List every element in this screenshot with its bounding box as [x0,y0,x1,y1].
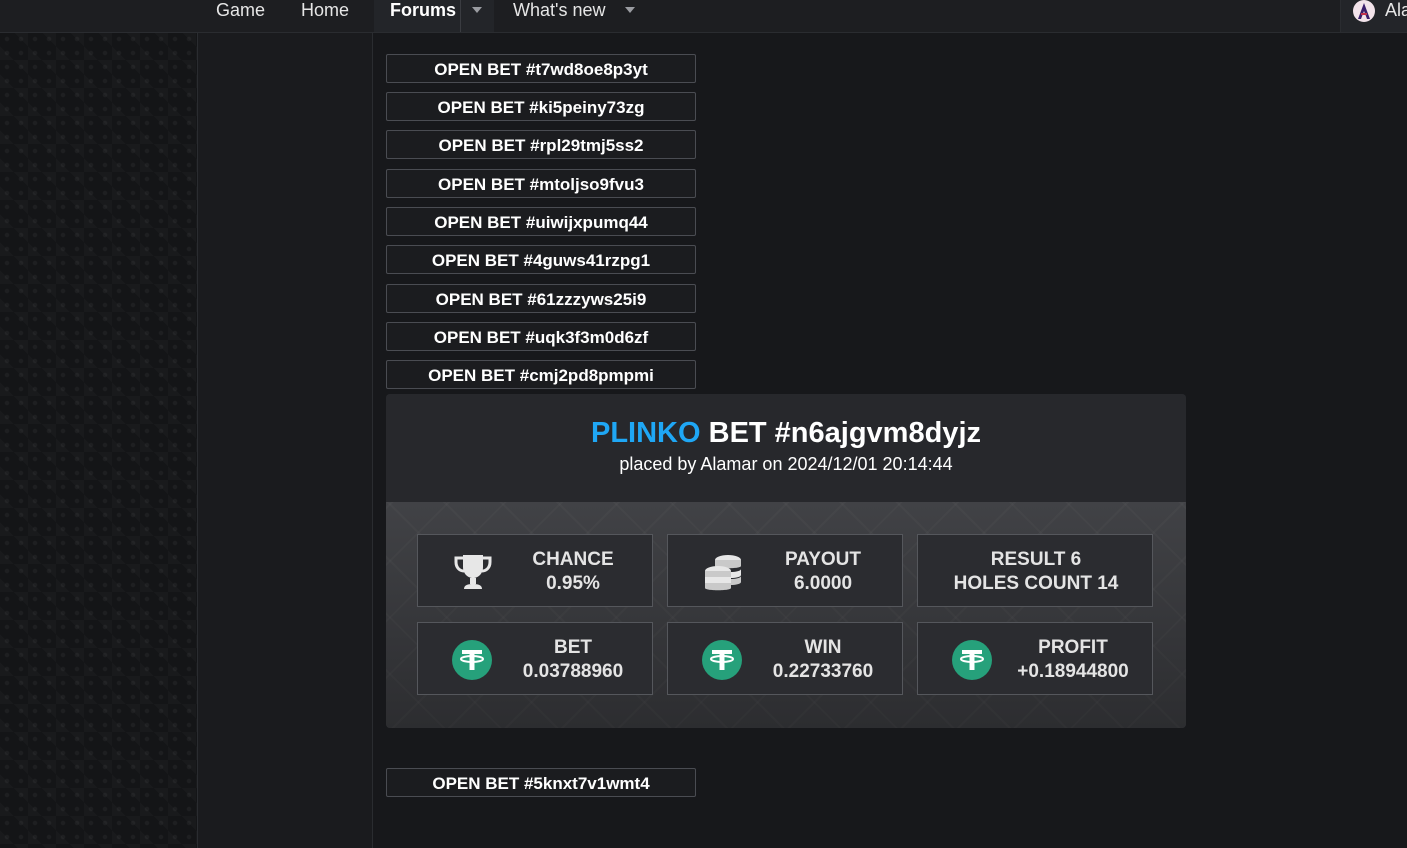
open-bet-button[interactable]: OPEN BET #rpl29tmj5ss2 [386,130,696,159]
open-bet-button[interactable]: OPEN BET #uiwijxpumq44 [386,207,696,236]
open-bet-button[interactable]: OPEN BET #mtoljso9fvu3 [386,169,696,198]
nav-item-home[interactable]: Home [301,0,349,32]
bet-game-name: PLINKO [591,417,701,449]
bet-placed-by: placed by Alamar on 2024/12/01 20:14:44 [619,454,953,474]
tether-icon [452,640,492,680]
open-bet-button[interactable]: OPEN BET #uqk3f3m0d6zf [386,322,696,351]
open-bet-button[interactable]: OPEN BET #cmj2pd8pmpmi [386,360,696,389]
nav-separator [460,0,461,32]
whats-new-dropdown-chevron-icon[interactable] [625,7,635,13]
profit-stat: PROFIT +0.18944800 [917,622,1153,695]
payout-label: PAYOUT [784,549,862,570]
bet-amount-stat: BET 0.03788960 [417,622,653,695]
forums-dropdown-chevron-icon[interactable] [472,7,482,13]
user-menu[interactable]: Ala [1340,0,1407,32]
nav-item-forums[interactable]: Forums [390,0,456,32]
column-divider [372,32,373,848]
result-stat: RESULT 6 HOLES COUNT 14 [917,534,1153,607]
chance-value: 0.95% [546,573,600,594]
result-label: RESULT 6 [990,549,1082,570]
avatar[interactable] [1353,0,1375,22]
payout-stat: PAYOUT 6.0000 [667,534,903,607]
bet-label: BET [554,637,592,658]
bet-stats-panel: CHANCE 0.95% PAYOUT 6.0000 RESULT 6 HOLE… [386,502,1186,728]
tether-icon [952,640,992,680]
profit-label: PROFIT [1038,637,1108,658]
profit-value: +0.18944800 [1017,661,1129,682]
open-bet-button[interactable]: OPEN BET #ki5peiny73zg [386,92,696,121]
open-bet-button[interactable]: OPEN BET #61zzzyws25i9 [386,284,696,313]
win-label: WIN [804,637,842,658]
holes-count-label: HOLES COUNT 14 [953,573,1119,594]
bet-value: 0.03788960 [522,661,624,682]
side-panel [198,32,372,848]
win-value: 0.22733760 [772,661,874,682]
chance-stat: CHANCE 0.95% [417,534,653,607]
column-divider [197,32,198,848]
open-bet-button[interactable]: OPEN BET #5knxt7v1wmt4 [386,768,696,797]
nav-item-whats-new[interactable]: What's new [513,0,605,32]
bet-details-card: PLINKO BET #n6ajgvm8dyjz placed by Alama… [386,394,1186,728]
coins-stack-icon [705,555,741,591]
open-bet-button[interactable]: OPEN BET #t7wd8oe8p3yt [386,54,696,83]
bet-card-header: PLINKO BET #n6ajgvm8dyjz placed by Alama… [386,394,1186,502]
win-stat: WIN 0.22733760 [667,622,903,695]
background-pattern [0,32,197,848]
payout-value: 6.0000 [793,573,853,594]
user-name[interactable]: Ala [1385,0,1407,20]
trophy-icon [454,555,492,589]
chance-label: CHANCE [532,549,614,570]
bet-id: BET #n6ajgvm8dyjz [708,417,981,449]
nav-item-game[interactable]: Game [216,0,265,32]
top-navbar: Game Home Forums What's new Ala [0,0,1407,33]
bet-title: PLINKO BET #n6ajgvm8dyjz [386,417,1186,450]
open-bet-button[interactable]: OPEN BET #4guws41rzpg1 [386,245,696,274]
tether-icon [702,640,742,680]
